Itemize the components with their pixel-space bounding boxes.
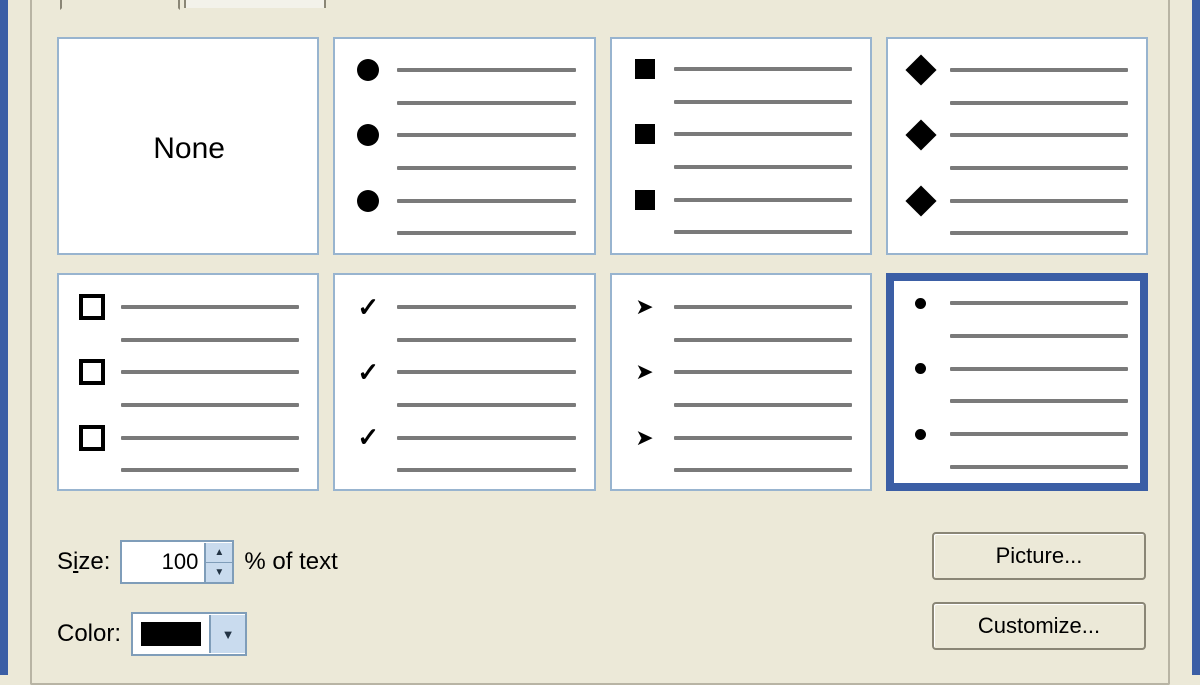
tab-label: Bulleted — [80, 0, 160, 3]
arrow-icon — [632, 294, 658, 320]
color-swatch — [141, 622, 201, 646]
tab-numbered[interactable]: Numbered — [184, 0, 327, 8]
diamond-icon — [908, 124, 934, 146]
size-suffix: % of text — [244, 548, 337, 576]
open-square-icon — [79, 425, 105, 451]
bullet-style-none[interactable]: None — [57, 37, 319, 255]
square-icon — [632, 124, 658, 144]
small-circle-icon — [908, 298, 934, 309]
button-label: Customize... — [978, 613, 1100, 639]
color-label: Color: — [57, 620, 121, 648]
open-square-icon — [79, 294, 105, 320]
size-spinner[interactable]: ▲ ▼ — [120, 540, 234, 584]
chevron-down-icon[interactable]: ▼ — [209, 615, 245, 653]
arrow-icon — [632, 359, 658, 385]
small-circle-icon — [908, 429, 934, 440]
none-label: None — [153, 132, 225, 166]
small-circle-icon — [908, 363, 934, 374]
dialog-frame: Bulleted Numbered None — [0, 0, 1200, 675]
bullet-style-small-disc[interactable] — [886, 273, 1148, 491]
diamond-icon — [908, 59, 934, 81]
bullet-style-diamond[interactable] — [886, 37, 1148, 255]
square-icon — [632, 190, 658, 210]
customize-button[interactable]: Customize... — [932, 602, 1146, 650]
check-icon — [355, 357, 381, 388]
check-icon — [355, 422, 381, 453]
tab-bar: Bulleted Numbered — [60, 0, 330, 8]
square-icon — [632, 59, 658, 79]
arrow-icon — [632, 425, 658, 451]
bullet-style-disc[interactable] — [333, 37, 595, 255]
picture-button[interactable]: Picture... — [932, 532, 1146, 580]
tab-bulleted[interactable]: Bulleted — [60, 0, 180, 10]
tab-label: Numbered — [204, 0, 307, 3]
size-input[interactable] — [122, 545, 204, 579]
size-control: Size: ▲ ▼ % of text — [57, 540, 338, 584]
size-label: Size: — [57, 548, 110, 576]
circle-icon — [355, 190, 381, 212]
bullet-style-check[interactable] — [333, 273, 595, 491]
spinner-down-icon[interactable]: ▼ — [206, 563, 232, 582]
bullet-style-square[interactable] — [610, 37, 872, 255]
bullet-style-arrow[interactable] — [610, 273, 872, 491]
circle-icon — [355, 59, 381, 81]
circle-icon — [355, 124, 381, 146]
button-label: Picture... — [996, 543, 1083, 569]
bullet-style-grid: None — [57, 37, 1148, 491]
check-icon — [355, 292, 381, 323]
color-control: Color: ▼ — [57, 612, 247, 656]
diamond-icon — [908, 190, 934, 212]
bullet-style-open-square[interactable] — [57, 273, 319, 491]
open-square-icon — [79, 359, 105, 385]
color-picker[interactable]: ▼ — [131, 612, 247, 656]
spinner-up-icon[interactable]: ▲ — [206, 543, 232, 563]
tab-panel: Bulleted Numbered None — [30, 0, 1170, 685]
